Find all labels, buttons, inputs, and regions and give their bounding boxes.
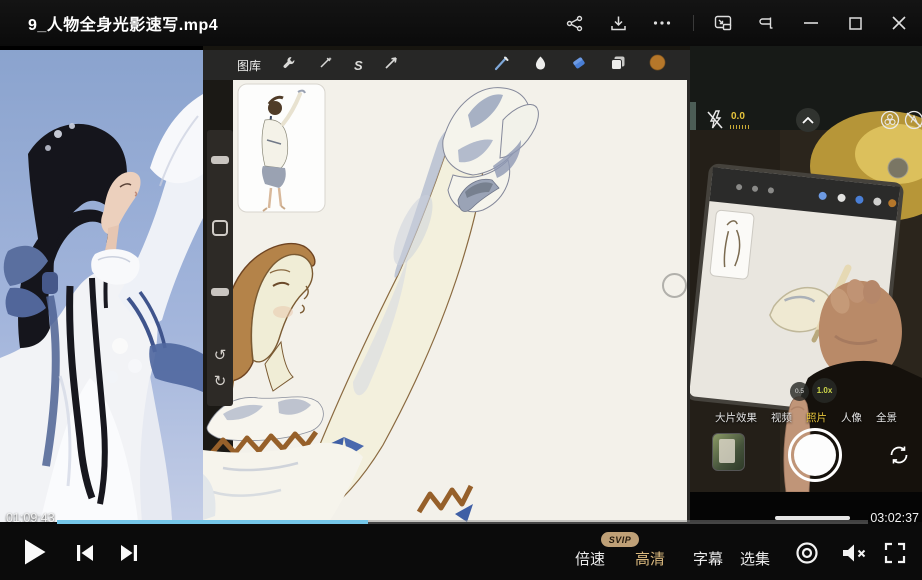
- adjustments-icon[interactable]: [318, 55, 333, 75]
- wrench-icon[interactable]: [282, 55, 297, 75]
- volume-muted-icon[interactable]: [840, 540, 868, 566]
- next-icon[interactable]: [116, 542, 142, 564]
- brush-icon[interactable]: [494, 55, 510, 76]
- more-icon[interactable]: [647, 8, 677, 38]
- layers-icon[interactable]: [610, 55, 626, 75]
- ai-off-icon[interactable]: [904, 110, 922, 135]
- subtitle-button[interactable]: 字幕: [693, 548, 723, 569]
- progress-fill: [57, 520, 368, 524]
- close-icon[interactable]: [884, 8, 914, 38]
- procreate-canvas[interactable]: [203, 80, 690, 522]
- titlebar: 9_人物全身光影速写.mp4: [0, 0, 922, 46]
- progress-bar[interactable]: [57, 520, 868, 524]
- quality-button[interactable]: 高清: [635, 548, 665, 569]
- shutter-button[interactable]: [788, 428, 842, 482]
- pip-icon[interactable]: [708, 8, 738, 38]
- episodes-button[interactable]: 选集: [740, 548, 770, 569]
- mode-photo[interactable]: 照片: [806, 410, 827, 425]
- undo-icon[interactable]: ↺: [207, 348, 233, 363]
- player-controls: 倍速 SVIP 高清 字幕 选集: [0, 522, 922, 580]
- mode-video[interactable]: 视频: [771, 410, 792, 425]
- modify-button[interactable]: [212, 220, 228, 236]
- camera-mode-tabs: 大片效果 视频 照片 人像 全景: [690, 410, 922, 425]
- flip-camera-icon[interactable]: [886, 442, 912, 468]
- mode-panorama[interactable]: 全景: [876, 410, 897, 425]
- procreate-screen: 图库 S: [203, 46, 690, 522]
- speed-button[interactable]: 倍速: [575, 548, 605, 569]
- brush-size-slider[interactable]: [211, 156, 229, 164]
- pin-icon[interactable]: [752, 8, 782, 38]
- shutter-inner: [794, 434, 836, 476]
- gallery-thumbnail[interactable]: [712, 433, 745, 471]
- total-time: 03:02:37: [870, 511, 919, 525]
- mode-movie-effect[interactable]: 大片效果: [715, 410, 757, 425]
- zoom-1x-button[interactable]: 1.0x: [812, 378, 837, 403]
- phone-camera-view: 0.0 0.5 1.0x 大片效果 视频 照片 人像 全景: [690, 46, 922, 522]
- titlebar-actions: [545, 0, 914, 46]
- video-player-window: 9_人物全身光影速写.mp4: [0, 0, 922, 580]
- fullscreen-icon[interactable]: [882, 540, 908, 566]
- previous-icon[interactable]: [72, 542, 98, 564]
- mode-portrait[interactable]: 人像: [841, 410, 862, 425]
- current-time: 01:09:43: [6, 511, 55, 525]
- selection-icon[interactable]: S: [354, 58, 363, 73]
- touch-indicator: [662, 273, 687, 298]
- reference-photo: [0, 46, 203, 522]
- collapse-icon[interactable]: [796, 108, 820, 132]
- titlebar-divider: [693, 15, 694, 31]
- gallery-button[interactable]: 图库: [237, 57, 261, 74]
- download-icon[interactable]: [603, 8, 633, 38]
- smudge-icon[interactable]: [533, 55, 548, 76]
- opacity-slider[interactable]: [211, 288, 229, 296]
- procreate-toolbar: 图库 S: [203, 50, 690, 80]
- eraser-icon[interactable]: [571, 55, 587, 75]
- redo-icon[interactable]: ↻: [207, 374, 233, 389]
- play-icon[interactable]: [20, 536, 50, 568]
- video-frame[interactable]: 图库 S: [0, 46, 922, 522]
- transform-icon[interactable]: [384, 56, 398, 75]
- filter-icon[interactable]: [880, 110, 900, 135]
- procreate-sidebar: ↺ ↻: [207, 130, 233, 406]
- zoom-0.5x-button[interactable]: 0.5: [790, 382, 809, 401]
- minimize-icon[interactable]: [796, 8, 826, 38]
- exposure-value: 0.0: [731, 111, 745, 122]
- share-icon[interactable]: [559, 8, 589, 38]
- flash-off-icon[interactable]: [706, 110, 724, 135]
- reference-thumbnail: [238, 84, 325, 212]
- video-title: 9_人物全身光影速写.mp4: [28, 11, 218, 35]
- color-swatch[interactable]: [649, 54, 666, 76]
- camera-top-controls: 0.0: [690, 106, 922, 140]
- gallery-thumbnail-image: [719, 439, 735, 463]
- maximize-icon[interactable]: [840, 8, 870, 38]
- exposure-scale: [730, 125, 749, 129]
- svip-badge[interactable]: SVIP: [601, 532, 639, 547]
- record-icon[interactable]: [794, 540, 820, 566]
